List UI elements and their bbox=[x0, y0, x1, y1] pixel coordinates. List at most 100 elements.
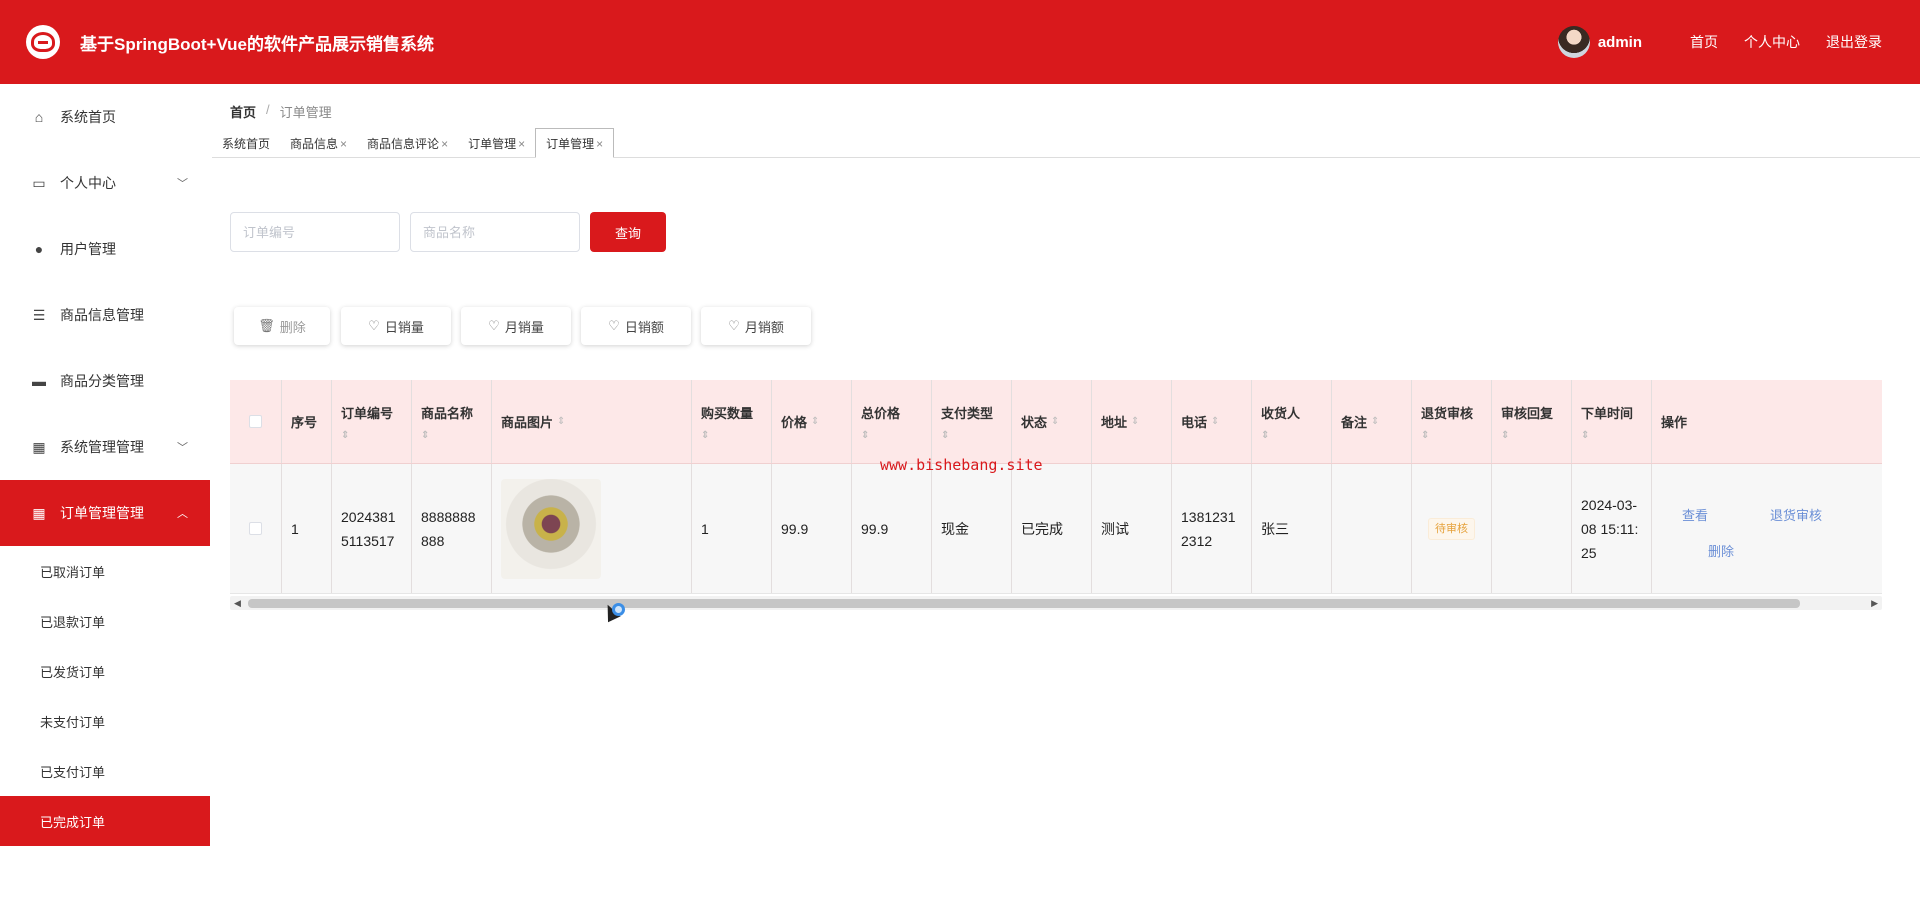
th-review-reply[interactable]: 审核回复 ⇕ bbox=[1492, 380, 1572, 463]
th-pay-type[interactable]: 支付类型 ⇕ bbox=[932, 380, 1012, 463]
th-product-name[interactable]: 商品名称 ⇕ bbox=[412, 380, 492, 463]
select-all-checkbox[interactable] bbox=[249, 415, 262, 428]
chevron-down-icon: ﹀ bbox=[177, 442, 188, 454]
th-order-time[interactable]: 下单时间 ⇕ bbox=[1572, 380, 1652, 463]
tab-label: 商品信息 bbox=[290, 137, 339, 151]
sidebar-subitem-shipped[interactable]: 已发货订单 bbox=[0, 646, 210, 696]
th-address[interactable]: 地址 ⇕ bbox=[1092, 380, 1172, 463]
breadcrumb-home[interactable]: 首页 bbox=[230, 102, 256, 121]
sidebar-subitem-paid[interactable]: 已支付订单 bbox=[0, 746, 210, 796]
view-link[interactable]: 查看 bbox=[1682, 504, 1708, 528]
sort-icon[interactable]: ⇕ bbox=[861, 430, 922, 441]
scrollbar-thumb[interactable] bbox=[248, 599, 1800, 608]
return-audit-link[interactable]: 退货审核 bbox=[1770, 504, 1822, 528]
status-badge: 待审核 bbox=[1428, 517, 1475, 540]
breadcrumb-separator: / bbox=[266, 102, 270, 117]
cell-total: 99.9 bbox=[852, 464, 932, 593]
sort-icon[interactable]: ⇕ bbox=[701, 430, 762, 441]
scroll-right-icon[interactable]: ▶ bbox=[1871, 596, 1878, 610]
delete-button[interactable]: 🗑 删除 bbox=[234, 307, 330, 345]
sort-icon[interactable]: ⇕ bbox=[1371, 416, 1379, 427]
cell-pay-type: 现金 bbox=[932, 464, 1012, 593]
th-receiver[interactable]: 收货人 ⇕ bbox=[1252, 380, 1332, 463]
sidebar-subitem-cancelled[interactable]: 已取消订单 bbox=[0, 546, 210, 596]
header-link-home[interactable]: 首页 bbox=[1690, 32, 1718, 52]
close-icon[interactable]: × bbox=[518, 137, 525, 151]
sidebar-item-product-category[interactable]: ▬ 商品分类管理 bbox=[0, 348, 210, 414]
th-status[interactable]: 状态 ⇕ bbox=[1012, 380, 1092, 463]
sort-icon[interactable]: ⇕ bbox=[811, 416, 819, 427]
watermark: www.bishebang.site bbox=[880, 456, 1043, 474]
sort-icon[interactable]: ⇕ bbox=[421, 430, 482, 441]
sort-icon[interactable]: ⇕ bbox=[1581, 430, 1642, 441]
daily-sales-amt-button[interactable]: ♡ 日销额 bbox=[581, 307, 691, 345]
th-phone[interactable]: 电话 ⇕ bbox=[1172, 380, 1252, 463]
close-icon[interactable]: × bbox=[340, 137, 347, 151]
product-thumbnail[interactable] bbox=[501, 478, 601, 579]
home-icon: ⌂ bbox=[34, 109, 44, 125]
cell-return-review: 待审核 bbox=[1412, 464, 1492, 593]
tab-label: 系统首页 bbox=[222, 137, 271, 151]
sort-icon[interactable]: ⇕ bbox=[1501, 430, 1562, 441]
delete-link[interactable]: 删除 bbox=[1708, 540, 1734, 564]
wallet-icon: ▭ bbox=[32, 174, 46, 191]
scroll-left-icon[interactable]: ◀ bbox=[234, 596, 241, 610]
sidebar-item-users[interactable]: ● 用户管理 bbox=[0, 216, 210, 282]
th-order-no[interactable]: 订单编号 ⇕ bbox=[332, 380, 412, 463]
tab-label: 订单管理 bbox=[468, 137, 517, 151]
order-no-input[interactable] bbox=[230, 212, 400, 252]
tab-product-comments[interactable]: 商品信息评论 × bbox=[357, 131, 458, 157]
tab-product-info[interactable]: 商品信息 × bbox=[280, 131, 357, 157]
row-checkbox[interactable] bbox=[249, 522, 262, 535]
sort-icon[interactable]: ⇕ bbox=[341, 430, 402, 441]
chevron-up-icon: ︿ bbox=[177, 508, 188, 520]
tab-orders[interactable]: 订单管理 × bbox=[458, 131, 535, 157]
sort-icon[interactable]: ⇕ bbox=[1211, 416, 1219, 427]
sidebar: ⌂ 系统首页 ▭ 个人中心 ﹀ ● 用户管理 ☰ 商品信息管理 ▬ 商品分类管理… bbox=[0, 84, 210, 916]
sidebar-item-home[interactable]: ⌂ 系统首页 bbox=[0, 84, 210, 150]
cell-review-reply bbox=[1492, 464, 1572, 593]
sort-icon[interactable]: ⇕ bbox=[557, 416, 565, 427]
close-icon[interactable]: × bbox=[596, 137, 603, 151]
sidebar-item-label: 系统管理管理 bbox=[60, 439, 144, 455]
sidebar-subitem-unpaid[interactable]: 未支付订单 bbox=[0, 696, 210, 746]
sort-icon[interactable]: ⇕ bbox=[1421, 430, 1482, 441]
sidebar-item-product-info[interactable]: ☰ 商品信息管理 bbox=[0, 282, 210, 348]
avatar[interactable] bbox=[1557, 26, 1590, 58]
sidebar-item-system[interactable]: ▦ 系统管理管理 ﹀ bbox=[0, 414, 210, 480]
header-link-logout[interactable]: 退出登录 bbox=[1826, 32, 1882, 52]
cell-product-image bbox=[492, 464, 692, 593]
th-remark[interactable]: 备注 ⇕ bbox=[1332, 380, 1412, 463]
tab-home[interactable]: 系统首页 bbox=[212, 131, 280, 157]
sort-icon[interactable]: ⇕ bbox=[1051, 416, 1059, 427]
sort-icon[interactable]: ⇕ bbox=[1261, 430, 1322, 441]
daily-sales-qty-button[interactable]: ♡ 日销量 bbox=[341, 307, 451, 345]
sidebar-item-label: 用户管理 bbox=[60, 241, 116, 257]
th-price[interactable]: 价格 ⇕ bbox=[772, 380, 852, 463]
cell-status: 已完成 bbox=[1012, 464, 1092, 593]
sort-icon[interactable]: ⇕ bbox=[1131, 416, 1139, 427]
monthly-sales-amt-button[interactable]: ♡ 月销额 bbox=[701, 307, 811, 345]
th-product-image[interactable]: 商品图片 ⇕ bbox=[492, 380, 692, 463]
close-icon[interactable]: × bbox=[441, 137, 448, 151]
sidebar-subitem-completed[interactable]: 已完成订单 bbox=[0, 796, 210, 846]
th-quantity[interactable]: 购买数量 ⇕ bbox=[692, 380, 772, 463]
sidebar-item-profile[interactable]: ▭ 个人中心 ﹀ bbox=[0, 150, 210, 216]
sort-icon[interactable]: ⇕ bbox=[941, 430, 1002, 441]
cell-order-time: 2024-03-08 15:11:25 bbox=[1572, 464, 1652, 593]
query-button[interactable]: 查询 bbox=[590, 212, 666, 252]
sidebar-subitem-refunded[interactable]: 已退款订单 bbox=[0, 596, 210, 646]
cell-remark bbox=[1332, 464, 1412, 593]
tab-orders-active[interactable]: 订单管理 × bbox=[535, 128, 615, 158]
monthly-sales-qty-button[interactable]: ♡ 月销量 bbox=[461, 307, 571, 345]
header-right: admin 首页 个人中心 退出登录 bbox=[1557, 0, 1882, 84]
cell-address: 测试 bbox=[1092, 464, 1172, 593]
horizontal-scrollbar[interactable]: ◀ ▶ bbox=[230, 596, 1882, 610]
cell-operation: 查看 退货审核 删除 bbox=[1652, 464, 1822, 593]
product-name-input[interactable] bbox=[410, 212, 580, 252]
th-total[interactable]: 总价格 ⇕ bbox=[852, 380, 932, 463]
th-return-review[interactable]: 退货审核 ⇕ bbox=[1412, 380, 1492, 463]
header-link-profile[interactable]: 个人中心 bbox=[1744, 32, 1800, 52]
sidebar-item-label: 商品信息管理 bbox=[60, 307, 144, 323]
sidebar-item-orders[interactable]: ▦ 订单管理管理 ︿ bbox=[0, 480, 210, 546]
